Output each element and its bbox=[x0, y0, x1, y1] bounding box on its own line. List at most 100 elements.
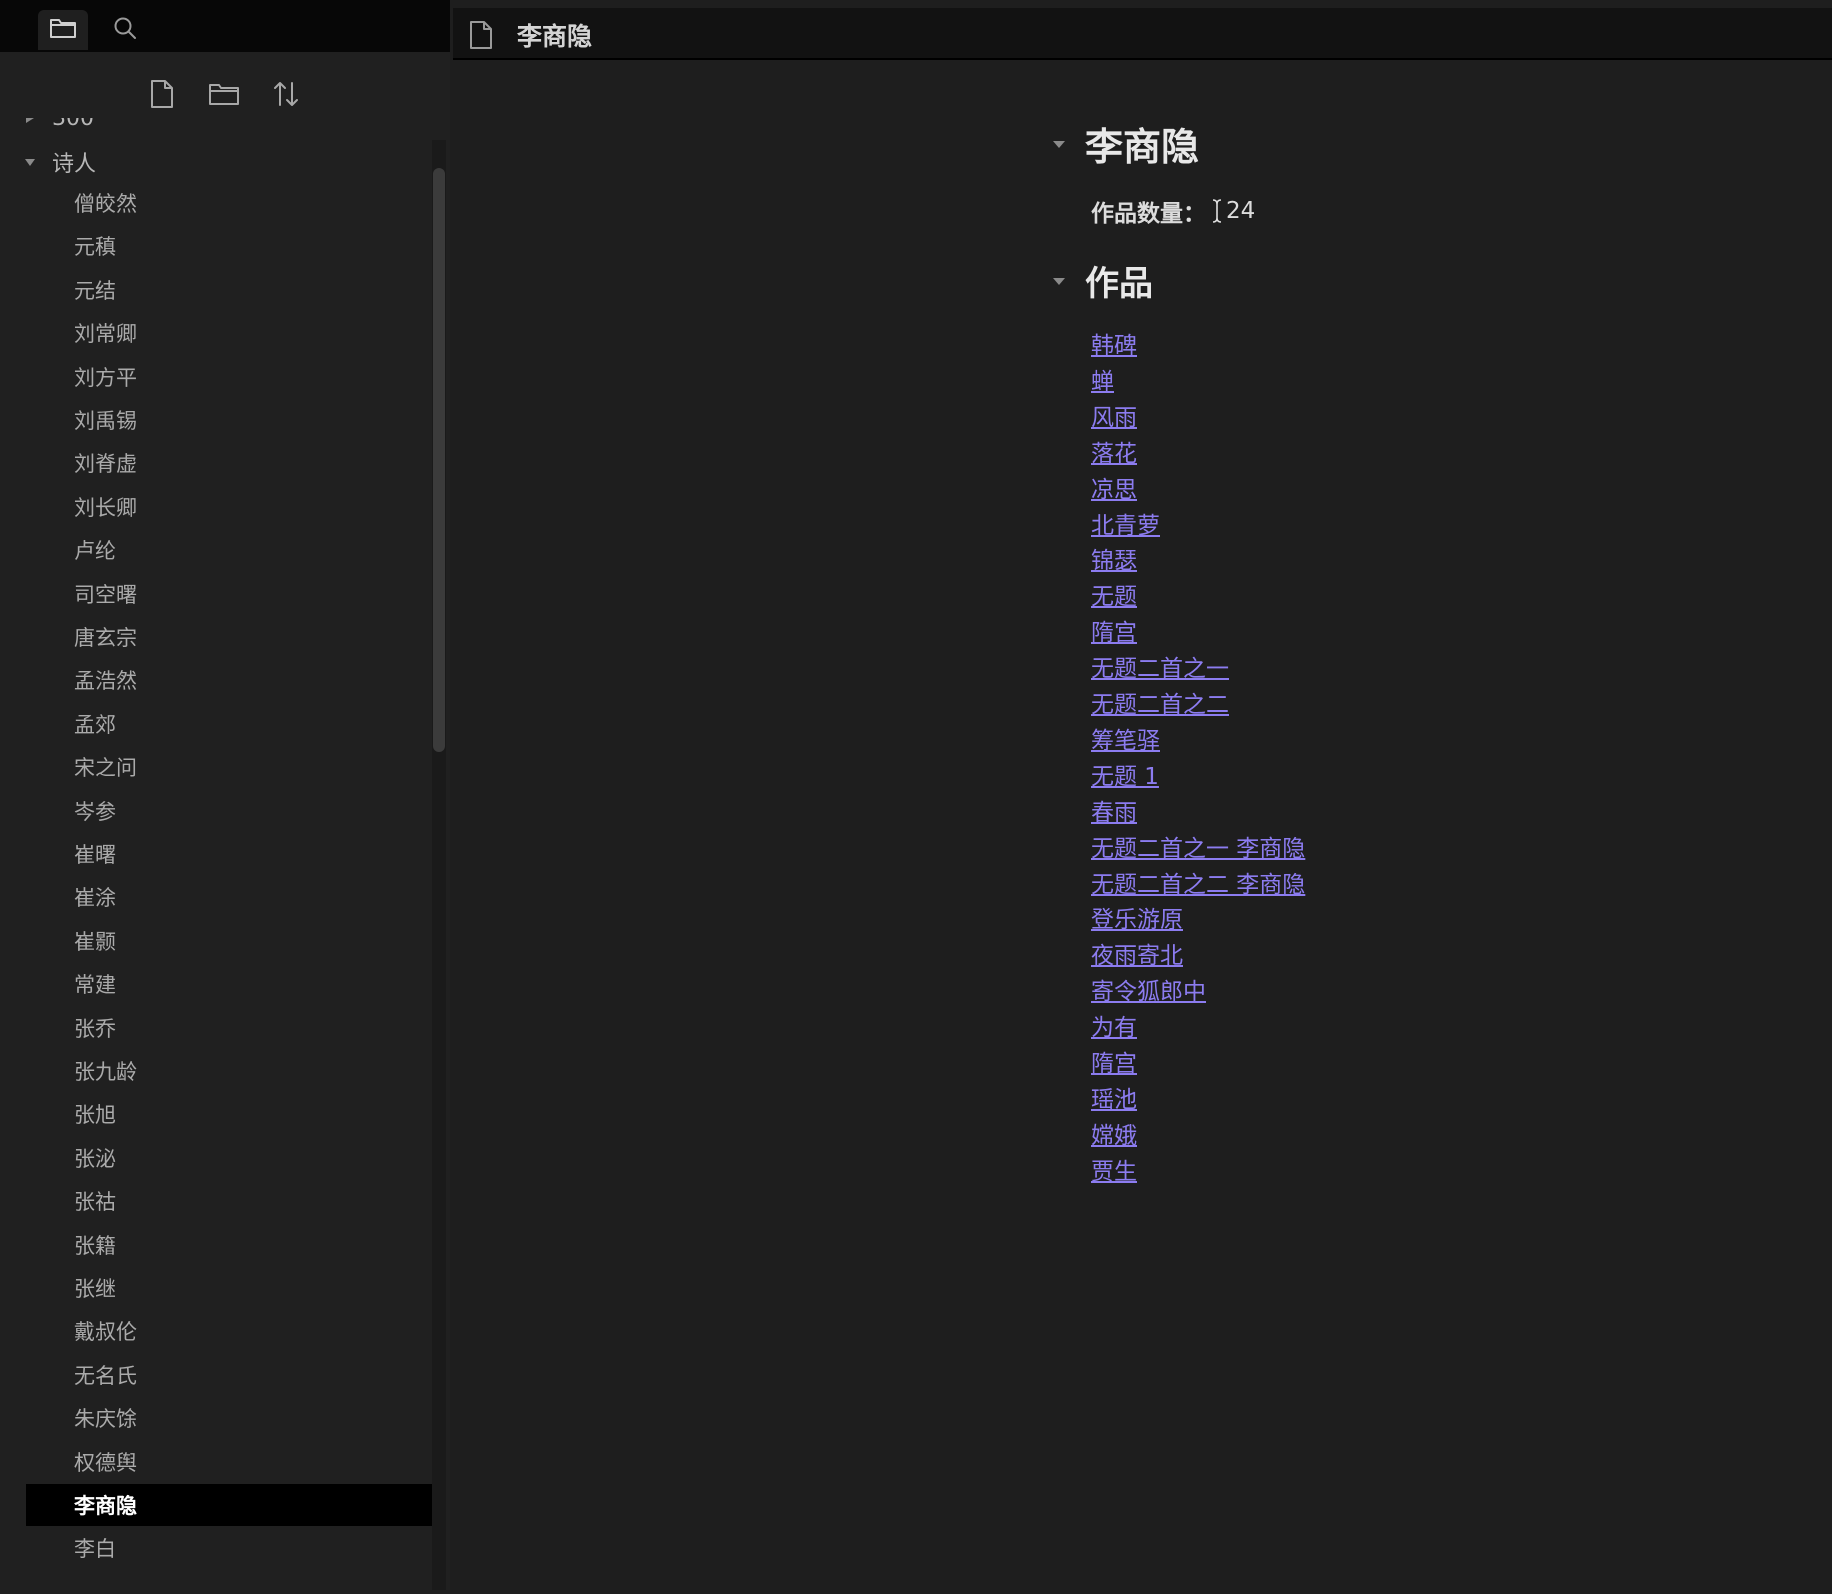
work-link[interactable]: 为有 bbox=[1091, 1008, 1137, 1042]
tree-item-label: 刘方平 bbox=[74, 365, 137, 390]
tree-item[interactable]: 张祜 bbox=[26, 1180, 432, 1222]
tree-item[interactable]: 权德舆 bbox=[26, 1441, 432, 1483]
work-link[interactable]: 无题二首之一 李商隐 bbox=[1091, 829, 1305, 863]
sidebar-scrollbar[interactable] bbox=[432, 140, 446, 1590]
file-explorer-sidebar: 300 诗人 僧皎然元稹元结刘常卿刘方平刘禹锡 刘脊虚 刘长卿卢纶司空曙唐玄宗孟浩然… bbox=[0, 0, 450, 1594]
tree-item[interactable]: 崔颢 bbox=[26, 920, 432, 962]
tree-item[interactable]: 卢纶 bbox=[26, 529, 432, 571]
collapse-caret-icon[interactable] bbox=[1047, 269, 1071, 293]
sort-button[interactable] bbox=[264, 74, 308, 118]
work-link[interactable]: 无题 bbox=[1091, 577, 1137, 611]
text-cursor-icon bbox=[1210, 197, 1224, 225]
work-link[interactable]: 韩碑 bbox=[1091, 326, 1137, 360]
tree-item[interactable]: 李商隐 bbox=[26, 1484, 432, 1526]
tree-item[interactable]: 刘长卿 bbox=[26, 486, 432, 528]
work-link[interactable]: 北青萝 bbox=[1091, 506, 1160, 540]
tree-item[interactable]: 张九龄 bbox=[26, 1050, 432, 1092]
new-folder-icon bbox=[208, 81, 240, 111]
tree-item[interactable]: 张旭 bbox=[26, 1093, 432, 1135]
tree-item[interactable]: 张乔 bbox=[26, 1007, 432, 1049]
tree-item-label: 权德舆 bbox=[74, 1450, 137, 1475]
tree-item[interactable]: 刘脊虚 bbox=[26, 442, 432, 484]
tree-item-label: 戴叔伦 bbox=[74, 1320, 137, 1345]
tree-item[interactable]: 崔曙 bbox=[26, 833, 432, 875]
tree-item-label: 卢纶 bbox=[74, 539, 116, 564]
sidebar-tab-bar bbox=[0, 0, 450, 52]
section-heading-works: 作品 bbox=[1053, 256, 1153, 305]
work-link[interactable]: 无题 1 bbox=[1091, 757, 1159, 791]
work-link[interactable]: 凉思 bbox=[1091, 470, 1137, 504]
work-link[interactable]: 风雨 bbox=[1091, 398, 1137, 432]
tree-item[interactable]: 张泌 bbox=[26, 1137, 432, 1179]
scrollbar-thumb[interactable] bbox=[433, 168, 445, 752]
tree-item[interactable]: 孟浩然 bbox=[26, 659, 432, 701]
work-link[interactable]: 无题二首之一 bbox=[1091, 649, 1229, 683]
tree-item-label: 唐玄宗 bbox=[74, 626, 137, 650]
work-link[interactable]: 夜雨寄北 bbox=[1091, 936, 1183, 970]
tree-item-label: 张继 bbox=[74, 1277, 116, 1301]
work-link[interactable]: 寄令狐郎中 bbox=[1091, 972, 1206, 1006]
work-link[interactable]: 筹笔驿 bbox=[1091, 721, 1160, 755]
tree-item-label: 刘常卿 bbox=[74, 322, 137, 347]
tree-folder-300[interactable]: 300 bbox=[20, 118, 94, 138]
work-link[interactable]: 落花 bbox=[1091, 434, 1137, 468]
tab-search[interactable] bbox=[100, 10, 150, 50]
tree-item-label: 李商隐 bbox=[74, 1494, 137, 1518]
tree-item[interactable]: 宋之问 bbox=[26, 746, 432, 788]
tree-item-label: 张祜 bbox=[74, 1190, 116, 1215]
work-link[interactable]: 嫦娥 bbox=[1091, 1116, 1137, 1150]
tree-item[interactable]: 元稹 bbox=[26, 225, 432, 267]
work-link[interactable]: 贾生 bbox=[1091, 1152, 1137, 1186]
tree-item-label: 常建 bbox=[74, 973, 116, 998]
tree-item[interactable]: 元结 bbox=[26, 269, 432, 311]
tree-item-label: 张乔 bbox=[74, 1016, 116, 1041]
new-file-icon bbox=[150, 79, 174, 113]
sort-icon bbox=[271, 79, 301, 113]
work-link[interactable]: 无题二首之二 bbox=[1091, 685, 1229, 719]
editor-pane: 李商隐 李商隐 作品数量： 24 作品 韩碑蝉风雨 落花 凉思 北青萝 锦瑟 无题 隋宫 无题… bbox=[453, 0, 1832, 1594]
tree-item-label: 朱庆馀 bbox=[74, 1407, 137, 1432]
tree-item[interactable]: 张籍 bbox=[26, 1224, 432, 1266]
tree-item[interactable]: 张继 bbox=[26, 1267, 432, 1309]
work-link[interactable]: 瑶池 bbox=[1091, 1080, 1137, 1114]
work-link[interactable]: 登乐游原 bbox=[1091, 900, 1183, 934]
work-link[interactable]: 春雨 bbox=[1091, 793, 1137, 827]
folder-icon bbox=[49, 16, 77, 44]
work-link[interactable]: 蝉 bbox=[1091, 362, 1114, 396]
tree-item[interactable]: 常建 bbox=[26, 963, 432, 1005]
collapse-caret-icon[interactable] bbox=[1047, 132, 1071, 156]
work-link[interactable]: 隋宫 bbox=[1091, 613, 1137, 647]
tree-item-label: 崔颢 bbox=[74, 929, 116, 954]
works-count-field: 作品数量： 24 bbox=[1091, 194, 1255, 228]
tree-folder-poets[interactable]: 诗人 bbox=[20, 142, 96, 182]
tree-item-label: 岑参 bbox=[74, 799, 116, 824]
caret-down-icon bbox=[20, 152, 40, 172]
search-icon bbox=[112, 15, 138, 45]
work-link[interactable]: 锦瑟 bbox=[1091, 541, 1137, 575]
tree-item[interactable]: 无名氏 bbox=[26, 1354, 432, 1396]
new-folder-button[interactable] bbox=[202, 74, 246, 118]
tree-item[interactable]: 岑参 bbox=[26, 790, 432, 832]
tree-item[interactable]: 司空曙 bbox=[26, 573, 432, 615]
work-link[interactable]: 无题二首之二 李商隐 bbox=[1091, 865, 1305, 899]
tree-item-label: 李白 bbox=[74, 1537, 116, 1562]
tree-item-label: 孟浩然 bbox=[74, 669, 137, 694]
tree-item[interactable]: 刘方平 bbox=[26, 356, 432, 398]
new-note-button[interactable] bbox=[140, 74, 184, 118]
tree-item[interactable]: 崔涂 bbox=[26, 876, 432, 918]
tree-item-label: 元稹 bbox=[74, 235, 116, 260]
tree-item[interactable]: 刘禹锡 bbox=[26, 399, 432, 441]
tree-item[interactable]: 孟郊 bbox=[26, 703, 432, 745]
tree-item[interactable]: 李白 bbox=[26, 1527, 432, 1569]
tree-item[interactable]: 刘常卿 bbox=[26, 312, 432, 354]
field-value[interactable]: 24 bbox=[1226, 198, 1255, 224]
tree-item[interactable]: 唐玄宗 bbox=[26, 616, 432, 658]
tree-item[interactable]: 戴叔伦 bbox=[26, 1310, 432, 1352]
tree-item[interactable]: 朱庆馀 bbox=[26, 1397, 432, 1439]
tree-item-label: 元结 bbox=[74, 278, 116, 303]
tab-title[interactable]: 李商隐 bbox=[517, 17, 592, 53]
tree-item-label: 张九龄 bbox=[74, 1060, 137, 1084]
work-link[interactable]: 隋宫 bbox=[1091, 1044, 1137, 1078]
tab-files[interactable] bbox=[38, 10, 88, 50]
tree-item[interactable]: 僧皎然 bbox=[26, 182, 432, 224]
